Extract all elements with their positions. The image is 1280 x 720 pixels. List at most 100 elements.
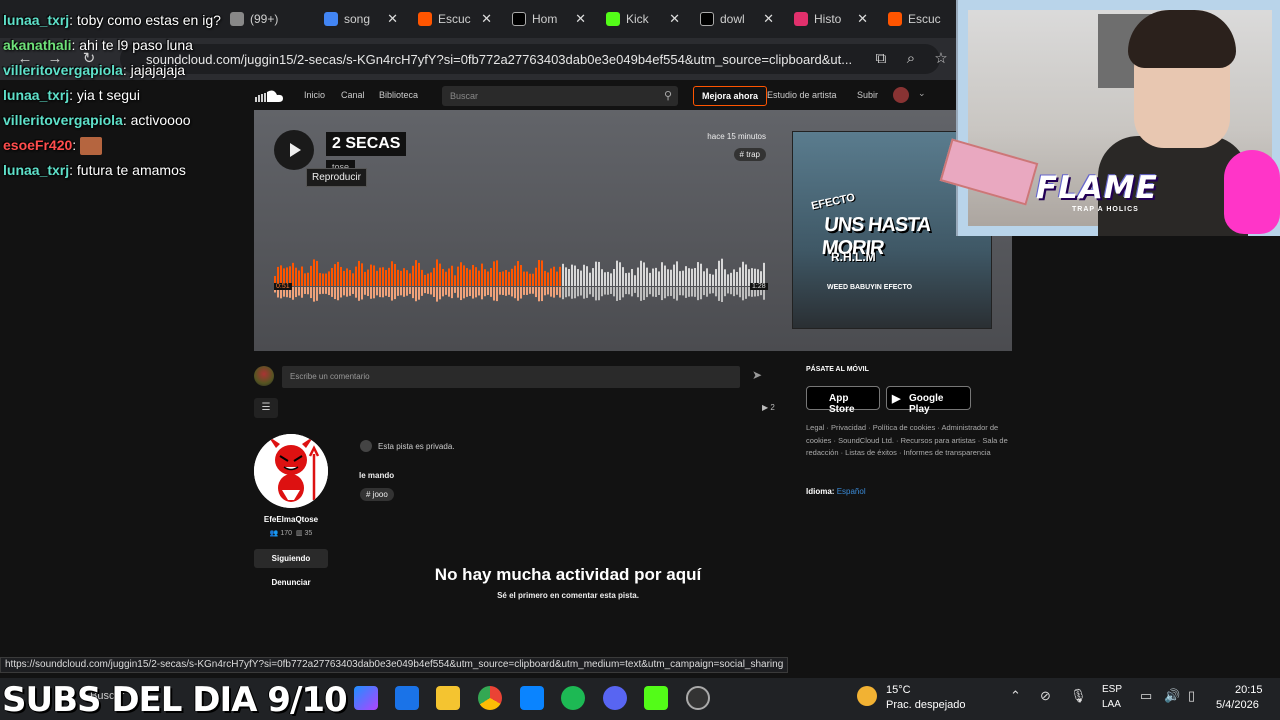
- waveform-reflection: [298, 287, 300, 296]
- waveform-reflection: [397, 287, 399, 296]
- nav-library[interactable]: Biblioteca: [379, 90, 418, 100]
- waveform-reflection: [541, 287, 543, 302]
- copilot-icon[interactable]: [354, 686, 378, 710]
- chat-username[interactable]: esoeFr420: [3, 137, 72, 153]
- waveform-reflection: [577, 287, 579, 297]
- waveform-reflection: [490, 287, 492, 297]
- browser-tab[interactable]: dowl ✕: [690, 4, 784, 34]
- speaker-icon[interactable]: 🔊: [1164, 688, 1180, 704]
- search-input[interactable]: Buscar ⚲: [442, 86, 678, 106]
- waveform-bar: [667, 269, 669, 286]
- weather-desc[interactable]: Prac. despejado: [886, 699, 966, 711]
- chat-username[interactable]: lunaa_txrj: [3, 87, 69, 103]
- close-icon[interactable]: ✕: [481, 11, 492, 27]
- weather-temp[interactable]: 15°C: [886, 684, 911, 696]
- search-icon[interactable]: ⚲: [664, 89, 672, 102]
- display-icon[interactable]: ▭: [1140, 688, 1152, 704]
- outlook-icon[interactable]: [395, 686, 419, 710]
- close-icon[interactable]: ✕: [575, 11, 586, 27]
- waveform-reflection: [661, 287, 663, 301]
- input-layout[interactable]: LAA: [1102, 699, 1121, 710]
- close-icon[interactable]: ✕: [669, 11, 680, 27]
- nav-home[interactable]: Inicio: [304, 90, 325, 100]
- discord-icon[interactable]: [603, 686, 627, 710]
- report-button[interactable]: Denunciar: [254, 578, 328, 587]
- chrome-icon[interactable]: [478, 686, 502, 710]
- waveform-reflection: [349, 287, 351, 296]
- nav-artist-studio[interactable]: Estudio de artista: [767, 90, 837, 100]
- chat-username[interactable]: villeritovergapiola: [3, 112, 123, 128]
- waveform-bar: [730, 272, 732, 286]
- store-icon[interactable]: [520, 686, 544, 710]
- browser-tab[interactable]: Escuc ✕: [408, 4, 502, 34]
- clock-time[interactable]: 20:15: [1235, 684, 1263, 696]
- chat-username[interactable]: akanathali: [3, 37, 71, 53]
- waveform-bar: [367, 269, 369, 286]
- waveform-bar: [694, 268, 696, 286]
- chat-username[interactable]: lunaa_txrj: [3, 12, 69, 28]
- upgrade-button[interactable]: Mejora ahora: [693, 86, 768, 106]
- description-tag[interactable]: # jooo: [360, 488, 394, 501]
- waveform-reflection: [721, 287, 723, 303]
- close-icon[interactable]: ✕: [387, 11, 398, 27]
- spotify-icon[interactable]: [561, 686, 585, 710]
- close-icon[interactable]: ✕: [857, 11, 868, 27]
- comment-input[interactable]: Escribe un comentario: [282, 366, 740, 388]
- file-explorer-icon[interactable]: [436, 686, 460, 710]
- browser-tab[interactable]: Histo ✕: [784, 4, 878, 34]
- app-store-button[interactable]: App Store: [806, 386, 880, 415]
- chat-username[interactable]: lunaa_txrj: [3, 162, 69, 178]
- chevron-down-icon[interactable]: ⌄: [918, 88, 926, 99]
- soundcloud-icon: [418, 12, 432, 26]
- waveform-reflection: [415, 287, 417, 302]
- obs-icon[interactable]: [686, 686, 710, 710]
- waveform-bar: [292, 262, 294, 286]
- chat-message: villeritovergapiola: activoooo: [3, 108, 253, 133]
- clock-date[interactable]: 5/4/2026: [1216, 699, 1259, 711]
- waveform-bar: [736, 271, 738, 286]
- artist-avatar[interactable]: [254, 434, 328, 508]
- waveform-bar: [529, 273, 531, 286]
- send-icon[interactable]: ➤: [752, 368, 762, 382]
- input-language[interactable]: ESP: [1102, 684, 1122, 695]
- install-app-icon[interactable]: ⧉: [870, 48, 892, 70]
- waveform-bar: [652, 268, 654, 286]
- artist-name[interactable]: EfeElmaQtose: [254, 515, 328, 524]
- chevron-up-icon[interactable]: ⌃: [1010, 688, 1021, 704]
- user-avatar[interactable]: [893, 87, 909, 103]
- waveform[interactable]: [274, 250, 766, 310]
- waveform-bar: [484, 269, 486, 286]
- waveform-bar: [319, 273, 321, 286]
- following-button[interactable]: Siguiendo: [254, 549, 328, 568]
- browser-tab[interactable]: Hom ✕: [502, 4, 596, 34]
- chat-username[interactable]: villeritovergapiola: [3, 62, 123, 78]
- kick-icon[interactable]: [644, 686, 668, 710]
- battery-icon[interactable]: ▯: [1188, 688, 1195, 704]
- chat-message: villeritovergapiola: jajajajaja: [3, 58, 253, 83]
- tracks-icon: ▥: [295, 530, 303, 537]
- close-icon[interactable]: ✕: [763, 11, 774, 27]
- footer-links[interactable]: Legal · Privacidad · Política de cookies…: [806, 422, 1012, 460]
- play-button[interactable]: [274, 130, 314, 170]
- waveform-reflection: [739, 287, 741, 298]
- nav-upload[interactable]: Subir: [857, 90, 878, 100]
- genre-tag[interactable]: # trap: [733, 148, 766, 161]
- empty-activity-subtitle: Sé el primero en comentar esta pista.: [497, 591, 639, 600]
- language-link[interactable]: Español: [837, 487, 866, 496]
- zoom-icon[interactable]: ⌕: [900, 48, 922, 70]
- waveform-bar: [562, 263, 564, 286]
- microphone-icon[interactable]: 🎙: [1070, 688, 1087, 704]
- network-off-icon[interactable]: ⊘: [1040, 688, 1051, 704]
- chat-text: jajajajaja: [130, 62, 186, 78]
- browser-tab[interactable]: Kick ✕: [596, 4, 690, 34]
- tab-label: dowl: [720, 12, 745, 26]
- nav-feed[interactable]: Canal: [341, 90, 365, 100]
- waveform-reflection: [343, 287, 345, 296]
- track-settings-button[interactable]: ☰: [254, 398, 278, 418]
- soundcloud-logo-icon[interactable]: [254, 88, 284, 104]
- google-play-button[interactable]: ▶ Google Play: [886, 386, 971, 415]
- waveform-bar: [682, 270, 684, 286]
- bookmark-star-icon[interactable]: ☆: [930, 48, 952, 70]
- waveform-bar: [370, 264, 372, 286]
- browser-tab[interactable]: song ✕: [314, 4, 408, 34]
